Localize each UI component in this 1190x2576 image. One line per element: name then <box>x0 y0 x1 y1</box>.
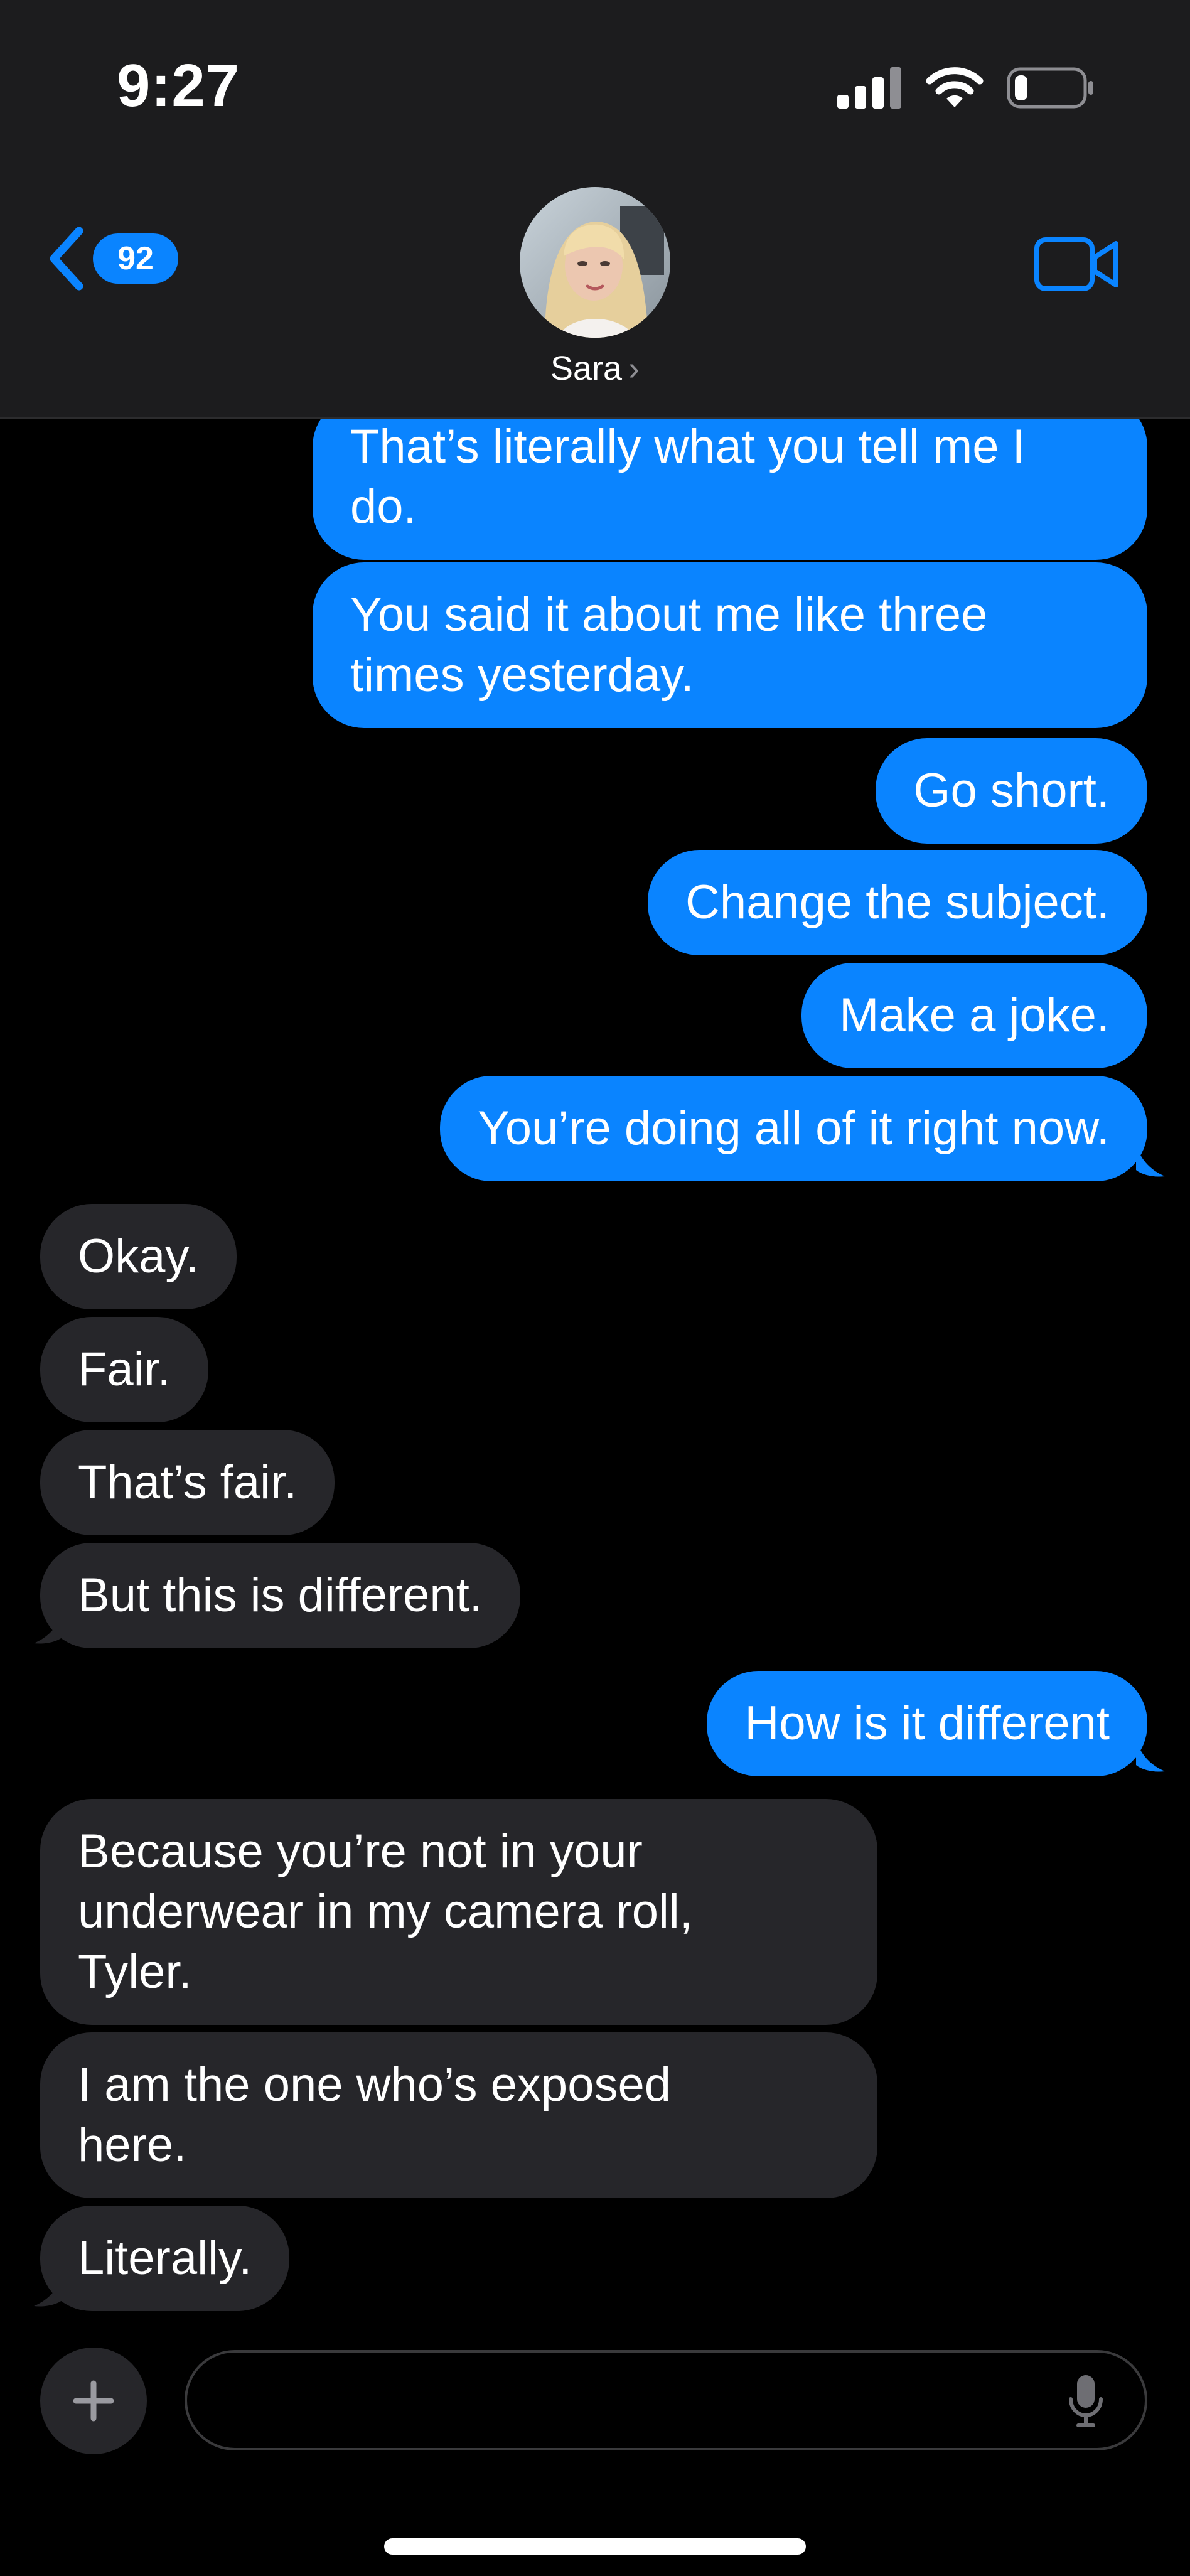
chevron-left-icon <box>50 227 83 291</box>
received-message-bubble[interactable]: That’s fair. <box>40 1430 335 1535</box>
signal-icon <box>837 67 901 109</box>
avatar-photo <box>520 187 670 338</box>
received-bubble-tail <box>34 1609 63 1644</box>
back-button[interactable]: 92 <box>46 226 178 291</box>
video-call-button[interactable] <box>1034 236 1120 296</box>
battery-icon <box>1007 67 1093 109</box>
chevron-right-icon: › <box>628 350 640 387</box>
video-camera-icon <box>1034 237 1118 291</box>
apps-plus-button[interactable] <box>40 2348 147 2454</box>
conversation-header: 9:27 92 Sara › <box>0 0 1190 419</box>
sent-message-bubble[interactable]: You’re doing all of it right now. <box>440 1076 1147 1181</box>
received-message-bubble[interactable]: Fair. <box>40 1317 208 1422</box>
message-input[interactable] <box>217 2353 1036 2449</box>
received-message-bubble[interactable]: Literally. <box>40 2206 290 2311</box>
status-time: 9:27 <box>117 52 240 119</box>
message-input-field[interactable] <box>185 2350 1147 2450</box>
received-message-bubble[interactable]: Okay. <box>40 1204 237 1309</box>
sent-message-bubble[interactable]: You said it about me like three times ye… <box>313 562 1147 728</box>
contact-name: Sara <box>550 350 623 387</box>
avatar <box>520 187 670 338</box>
sent-message-bubble[interactable]: Make a joke. <box>801 963 1147 1068</box>
sent-message-bubble[interactable]: That’s literally what you tell me I do. <box>313 395 1147 560</box>
microphone-icon <box>1069 2375 1103 2427</box>
sent-message-bubble[interactable]: Change the subject. <box>647 850 1147 955</box>
received-bubble-tail <box>34 2272 63 2307</box>
plus-icon <box>73 2380 114 2422</box>
received-message-bubble[interactable]: I am the one who’s exposed here. <box>40 2032 877 2198</box>
sent-bubble-tail <box>1136 1737 1165 1772</box>
dictation-button[interactable] <box>1067 2374 1105 2432</box>
sent-message-bubble[interactable]: Go short. <box>876 738 1147 844</box>
home-indicator <box>384 2538 806 2555</box>
received-message-bubble[interactable]: Because you’re not in your underwear in … <box>40 1799 877 2025</box>
sent-bubble-tail <box>1136 1142 1165 1177</box>
contact-info-button[interactable]: Sara › <box>520 187 670 388</box>
status-icons <box>837 63 1095 113</box>
sent-message-bubble[interactable]: How is it different <box>707 1671 1147 1776</box>
received-message-bubble[interactable]: But this is different. <box>40 1543 520 1648</box>
unread-count-badge: 92 <box>93 233 178 284</box>
wifi-icon <box>926 67 984 107</box>
